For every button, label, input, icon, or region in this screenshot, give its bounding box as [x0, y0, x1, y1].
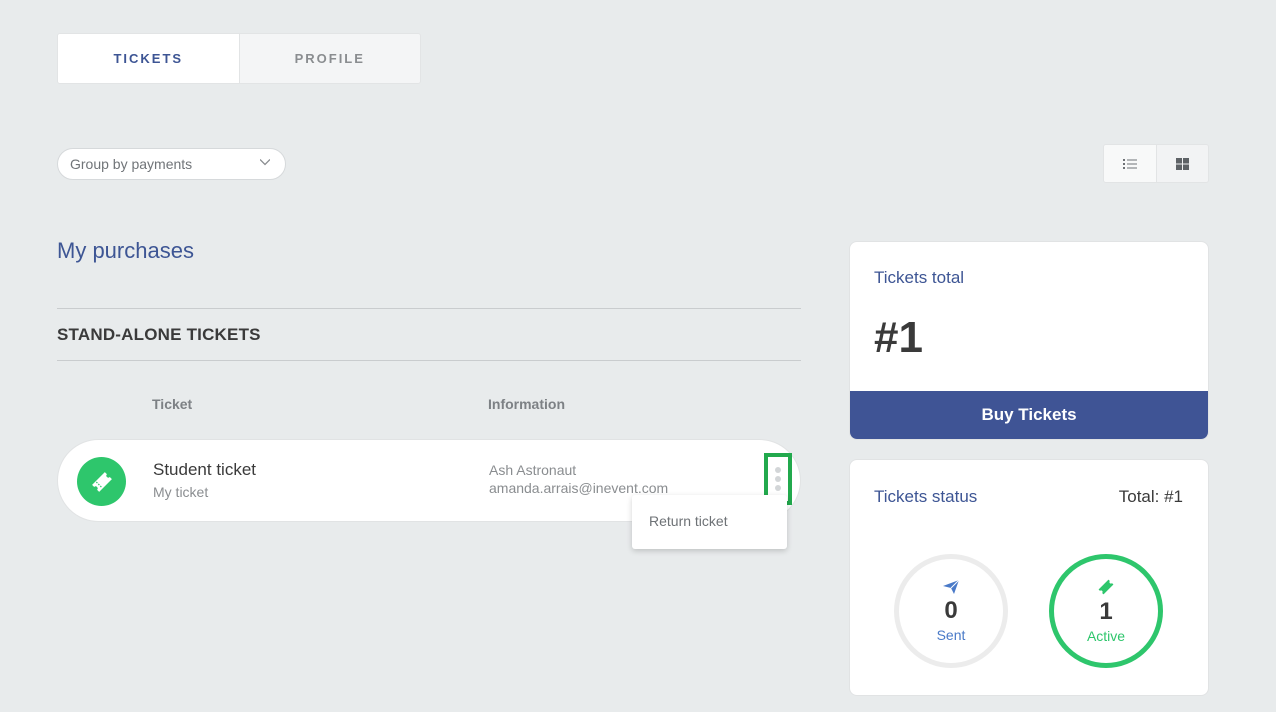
ticket-options-menu: Return ticket	[632, 495, 787, 549]
tab-profile[interactable]: PROFILE	[238, 34, 420, 83]
column-header-information: Information	[488, 396, 565, 412]
group-by-select[interactable]: Group by payments	[57, 148, 286, 180]
tickets-total-label: Tickets total	[874, 268, 965, 287]
buy-tickets-button[interactable]: Buy Tickets	[850, 391, 1208, 439]
ticket-icon	[77, 457, 126, 506]
ticket-icon	[1098, 579, 1114, 595]
kebab-dot-icon	[775, 476, 781, 482]
kebab-dot-icon	[775, 467, 781, 473]
ticket-holder-email: amanda.arrais@inevent.com	[489, 480, 669, 496]
sent-count: 0	[944, 597, 958, 624]
list-view-button[interactable]	[1104, 145, 1156, 182]
grid-view-button[interactable]	[1155, 145, 1208, 182]
tickets-status-total: Total: #1	[1118, 487, 1183, 506]
tickets-total-value: #1	[874, 313, 923, 362]
chevron-down-icon	[260, 159, 270, 166]
view-toggle	[1103, 144, 1209, 183]
paper-plane-icon	[943, 579, 960, 594]
ticket-subtitle: My ticket	[153, 484, 209, 500]
sent-counter: 0 Sent	[894, 554, 1008, 668]
list-icon	[1122, 158, 1137, 169]
divider-top	[57, 308, 801, 309]
active-label: Active	[1086, 628, 1126, 644]
page-title: My purchases	[57, 238, 194, 263]
active-count: 1	[1099, 598, 1113, 625]
grid-icon	[1175, 157, 1189, 170]
ticket-name: Student ticket	[153, 460, 257, 479]
kebab-dot-icon	[775, 485, 781, 491]
tickets-status-label: Tickets status	[874, 487, 978, 506]
tickets-total-card: Tickets total #1 Buy Tickets	[849, 241, 1209, 440]
main-tabs: TICKETS PROFILE	[57, 33, 421, 84]
column-header-ticket: Ticket	[152, 396, 193, 412]
divider-bottom	[57, 360, 801, 361]
tab-tickets[interactable]: TICKETS	[58, 34, 239, 83]
section-title: STAND-ALONE TICKETS	[57, 325, 261, 344]
tickets-status-card: Tickets status Total: #1 0 Sent 1 Active	[849, 459, 1209, 696]
active-counter: 1 Active	[1049, 554, 1163, 668]
group-by-value: Group by payments	[70, 156, 193, 172]
sent-label: Sent	[936, 627, 966, 643]
ticket-holder-name: Ash Astronaut	[489, 462, 577, 478]
menu-item-return-ticket[interactable]: Return ticket	[649, 513, 728, 529]
